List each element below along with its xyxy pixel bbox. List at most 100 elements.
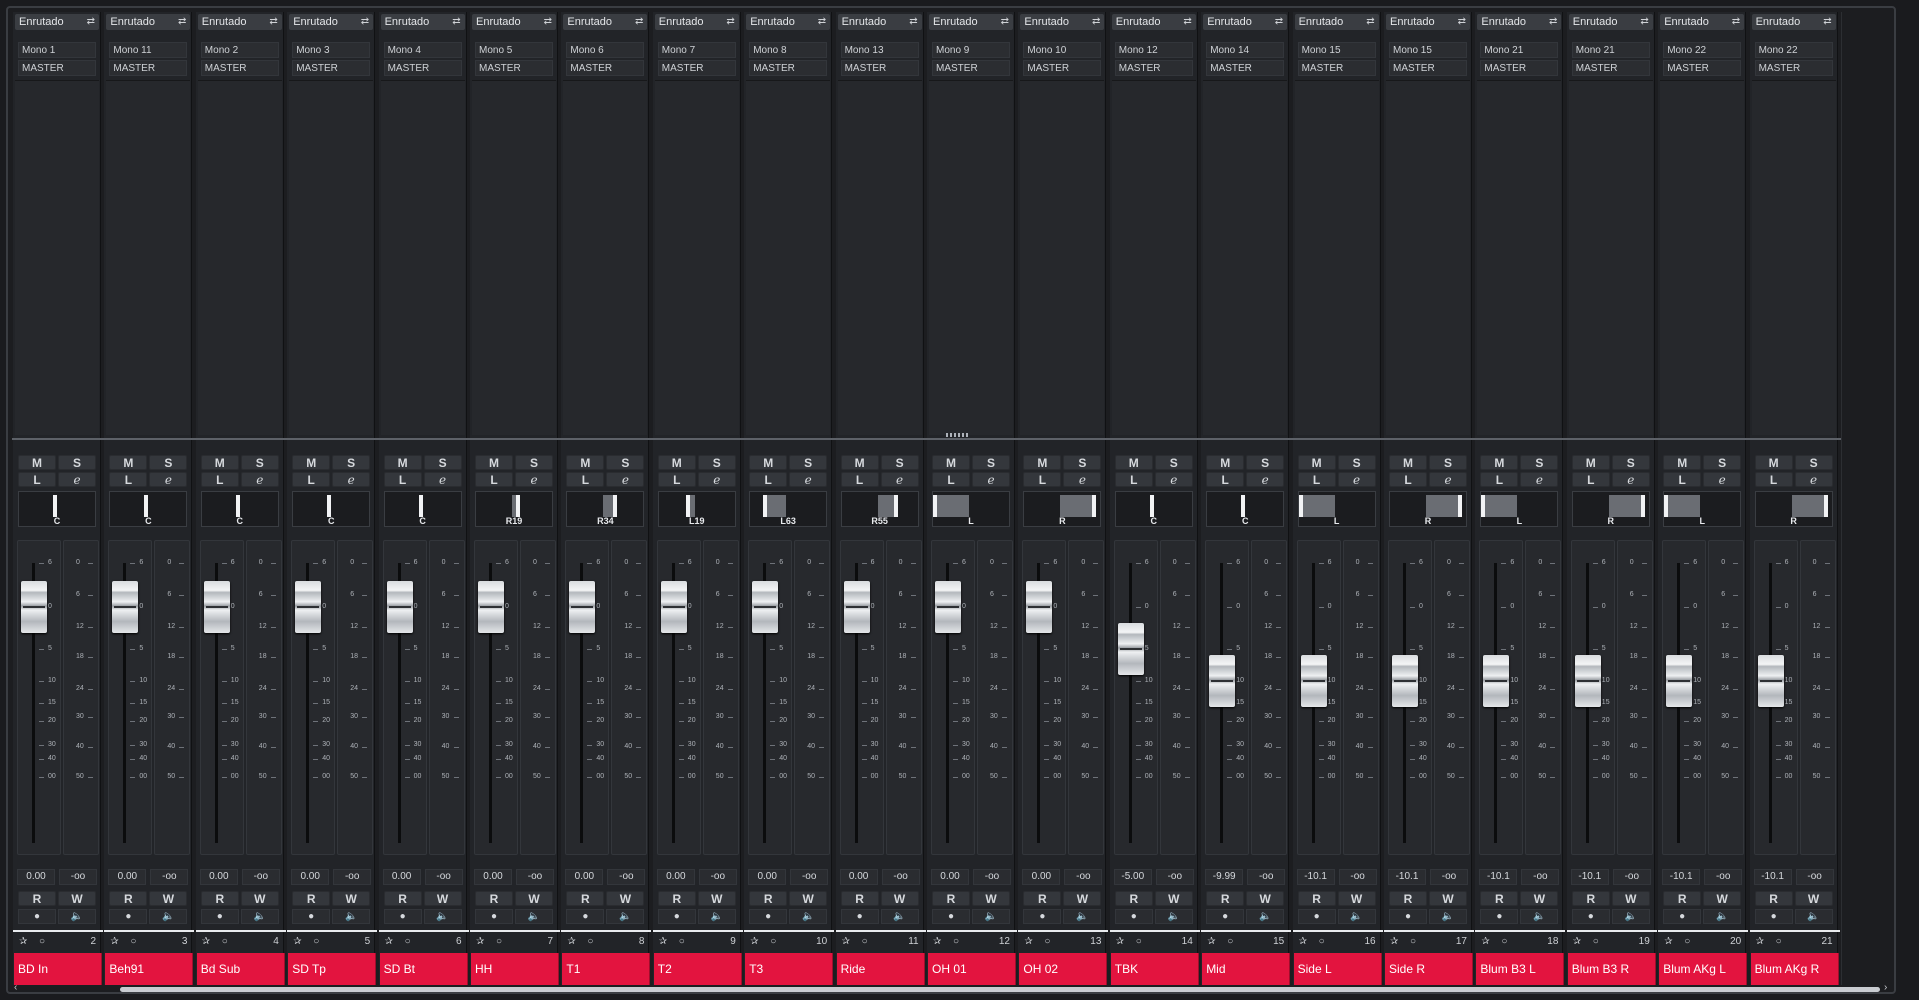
solo-button[interactable]: S	[1520, 455, 1559, 470]
monitor-circle-icon[interactable]: ○	[679, 934, 685, 950]
peak-value[interactable]: -oo	[241, 869, 280, 885]
insert-slots-area[interactable]	[929, 80, 1013, 435]
read-automation-button[interactable]: R	[1206, 891, 1245, 906]
volume-value[interactable]: 0.00	[291, 869, 330, 885]
routing-header[interactable]: Enrutado ⇄	[654, 14, 739, 30]
speaker-icon[interactable]: 🔈	[972, 909, 1010, 924]
scroll-left-arrow-icon[interactable]: ‹	[14, 982, 17, 992]
record-dot-icon[interactable]: ●	[200, 909, 239, 924]
peak-value[interactable]: -oo	[516, 869, 554, 885]
input-routing[interactable]: Mono 9	[932, 42, 1010, 58]
input-routing[interactable]: Mono 15	[1389, 42, 1467, 58]
route-icon[interactable]: ⇄	[1092, 14, 1100, 30]
record-dot-icon[interactable]: ●	[18, 909, 56, 924]
insert-slots-area[interactable]	[1111, 80, 1196, 435]
peak-value[interactable]: -oo	[1064, 869, 1103, 885]
insert-icon[interactable]: ✰	[1207, 934, 1215, 950]
read-automation-button[interactable]: R	[1663, 891, 1702, 906]
write-automation-button[interactable]: W	[1611, 891, 1650, 906]
routing-header[interactable]: Enrutado ⇄	[380, 14, 465, 30]
speaker-icon[interactable]: 🔈	[1703, 909, 1742, 924]
edit-channel-button[interactable]: e	[606, 472, 645, 487]
monitor-circle-icon[interactable]: ○	[313, 934, 319, 950]
edit-channel-button[interactable]: e	[789, 472, 828, 487]
write-automation-button[interactable]: W	[1794, 891, 1833, 906]
scrollbar-thumb[interactable]	[120, 987, 1880, 992]
divider-resize-handle[interactable]	[946, 433, 970, 437]
pan-control[interactable]: C	[200, 491, 279, 527]
channel-name[interactable]: Bd Sub	[196, 953, 285, 987]
insert-slots-area[interactable]	[1294, 80, 1379, 435]
edit-channel-button[interactable]: e	[1703, 472, 1742, 487]
edit-channel-button[interactable]: e	[1246, 472, 1285, 487]
write-automation-button[interactable]: W	[880, 891, 919, 906]
write-automation-button[interactable]: W	[1520, 891, 1559, 906]
channel-name[interactable]: Mid	[1202, 953, 1291, 987]
channel-name[interactable]: Blum AKg R	[1750, 953, 1839, 987]
pan-control[interactable]: C	[1206, 491, 1285, 527]
volume-fader[interactable]	[1574, 655, 1601, 707]
insert-slots-area[interactable]	[654, 80, 739, 435]
read-automation-button[interactable]: R	[1754, 891, 1793, 906]
record-dot-icon[interactable]: ●	[566, 909, 605, 924]
listen-button[interactable]: L	[109, 472, 148, 487]
volume-value[interactable]: 0.00	[656, 869, 695, 885]
mute-button[interactable]: M	[1480, 455, 1519, 470]
volume-fader[interactable]	[112, 581, 139, 633]
input-routing[interactable]: Mono 6	[566, 42, 645, 58]
speaker-icon[interactable]: 🔈	[1246, 909, 1285, 924]
read-automation-button[interactable]: R	[932, 891, 970, 906]
fader-area[interactable]: 6 0 5 10 15 20 30 40 00	[382, 540, 427, 855]
mute-button[interactable]: M	[475, 455, 513, 470]
volume-fader[interactable]	[478, 581, 504, 633]
insert-icon[interactable]: ✰	[567, 934, 575, 950]
monitor-circle-icon[interactable]: ○	[1044, 934, 1050, 950]
peak-value[interactable]: -oo	[150, 869, 189, 885]
speaker-icon[interactable]: 🔈	[1154, 909, 1193, 924]
mute-button[interactable]: M	[1571, 455, 1610, 470]
read-automation-button[interactable]: R	[1297, 891, 1336, 906]
routing-header[interactable]: Enrutado ⇄	[1020, 14, 1105, 30]
fader-area[interactable]: 6 0 5 10 15 20 30 40 00	[108, 540, 153, 855]
record-dot-icon[interactable]: ●	[1114, 909, 1153, 924]
peak-value[interactable]: -oo	[1247, 869, 1286, 885]
volume-fader[interactable]	[660, 581, 687, 633]
listen-button[interactable]: L	[1114, 472, 1153, 487]
record-dot-icon[interactable]: ●	[1023, 909, 1062, 924]
channel-name[interactable]: HH	[471, 953, 559, 987]
listen-button[interactable]: L	[1754, 472, 1793, 487]
read-automation-button[interactable]: R	[1114, 891, 1153, 906]
insert-slots-area[interactable]	[472, 80, 556, 435]
routing-header[interactable]: Enrutado ⇄	[1386, 14, 1470, 30]
channel-name[interactable]: Ride	[836, 953, 925, 987]
output-routing[interactable]: MASTER	[475, 60, 553, 76]
route-icon[interactable]: ⇄	[1458, 14, 1466, 30]
volume-value[interactable]: 0.00	[474, 869, 512, 885]
output-routing[interactable]: MASTER	[1480, 60, 1559, 76]
insert-icon[interactable]: ✰	[202, 934, 210, 950]
record-dot-icon[interactable]: ●	[109, 909, 148, 924]
channel-name[interactable]: Side R	[1385, 953, 1473, 987]
input-routing[interactable]: Mono 21	[1571, 42, 1650, 58]
solo-button[interactable]: S	[240, 455, 279, 470]
monitor-circle-icon[interactable]: ○	[1136, 934, 1142, 950]
pan-control[interactable]: C	[1114, 491, 1193, 527]
write-automation-button[interactable]: W	[240, 891, 279, 906]
volume-fader[interactable]	[1117, 623, 1144, 675]
volume-value[interactable]: -10.1	[1388, 869, 1426, 885]
route-icon[interactable]: ⇄	[818, 14, 826, 30]
fader-area[interactable]: 6 0 5 10 15 20 30 40 00	[474, 540, 518, 855]
listen-button[interactable]: L	[292, 472, 331, 487]
insert-slots-area[interactable]	[15, 80, 99, 435]
input-routing[interactable]: Mono 4	[383, 42, 462, 58]
edit-channel-button[interactable]: e	[1520, 472, 1559, 487]
record-dot-icon[interactable]: ●	[1754, 909, 1793, 924]
channel-name[interactable]: T3	[745, 953, 834, 987]
route-icon[interactable]: ⇄	[1275, 14, 1283, 30]
record-dot-icon[interactable]: ●	[1389, 909, 1427, 924]
channel-name[interactable]: Blum B3 R	[1567, 953, 1656, 987]
speaker-icon[interactable]: 🔈	[697, 909, 736, 924]
pan-control[interactable]: L	[1663, 491, 1742, 527]
read-automation-button[interactable]: R	[840, 891, 879, 906]
edit-channel-button[interactable]: e	[1794, 472, 1833, 487]
